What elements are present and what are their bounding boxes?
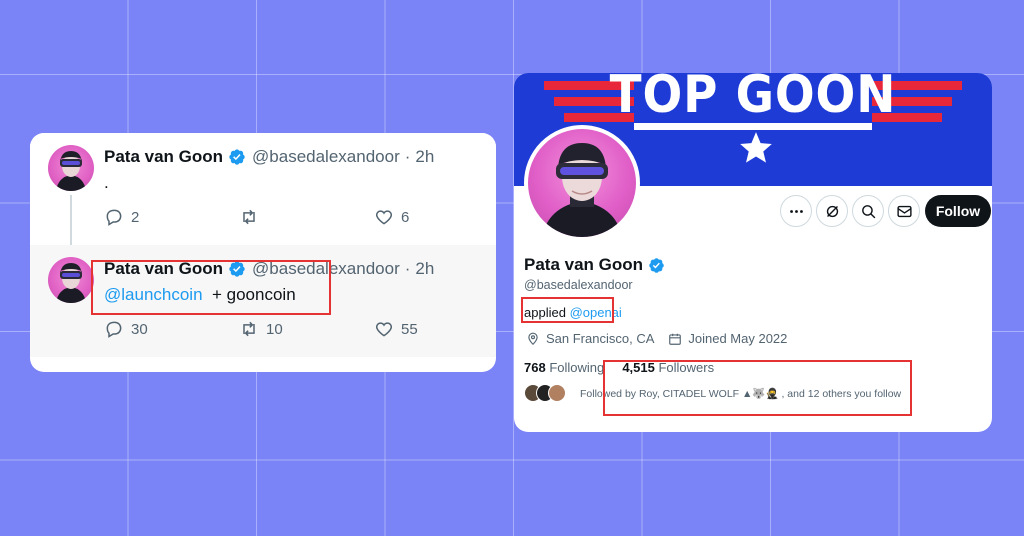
- profile-meta: San Francisco, CA Joined May 2022: [526, 331, 787, 346]
- heart-icon: [375, 210, 393, 225]
- retweet-icon: [243, 321, 255, 337]
- retweet-button[interactable]: [239, 207, 266, 227]
- separator: ·: [404, 259, 411, 278]
- avatar[interactable]: [48, 145, 94, 191]
- timestamp[interactable]: 2h: [415, 147, 434, 167]
- like-button[interactable]: 55: [374, 319, 418, 339]
- notification-icon: [826, 205, 838, 217]
- message-button[interactable]: [888, 195, 920, 227]
- profile-name: Pata van Goon: [524, 255, 644, 274]
- reply-count: 2: [131, 208, 140, 226]
- follow-button[interactable]: Follow: [925, 195, 991, 227]
- star-icon: [740, 132, 772, 163]
- separator: ·: [404, 147, 411, 166]
- author-name[interactable]: Pata van Goon: [104, 147, 223, 167]
- heart-icon: [375, 322, 393, 337]
- location-icon: [528, 332, 538, 345]
- more-button[interactable]: [780, 195, 812, 227]
- tweets-card: Pata van Goon @basedalexandoor · 2h . 2 …: [30, 133, 496, 372]
- search-button[interactable]: [852, 195, 884, 227]
- notification-button[interactable]: [816, 195, 848, 227]
- verified-badge-icon: [649, 257, 664, 273]
- reply-icon: [106, 209, 122, 226]
- reply-count: 30: [131, 320, 148, 338]
- reply-button[interactable]: 2: [104, 207, 139, 227]
- profile-name-row: Pata van Goon: [524, 255, 671, 275]
- highlight-box: [603, 360, 912, 416]
- mail-icon: [896, 205, 912, 217]
- highlight-box: [521, 297, 614, 323]
- joined-text: Joined May 2022: [688, 331, 788, 346]
- calendar-icon: [669, 333, 682, 345]
- profile-avatar[interactable]: [524, 125, 640, 241]
- following-link[interactable]: 768 Following: [524, 360, 604, 375]
- author-handle[interactable]: @basedalexandoor: [252, 147, 400, 167]
- tweet-actions: 30 10 55: [104, 319, 434, 343]
- banner-title: TOP GOON: [609, 73, 897, 125]
- avatar[interactable]: [48, 257, 94, 303]
- profile-handle: @basedalexandoor: [524, 278, 633, 292]
- like-count: 55: [401, 320, 418, 338]
- location-text: San Francisco, CA: [546, 331, 655, 346]
- highlight-box: [91, 260, 331, 315]
- like-button[interactable]: 6: [374, 207, 409, 227]
- profile-card: TOP GOON Follow Pata van Goon @basedalex…: [514, 73, 992, 432]
- search-icon: [861, 204, 875, 218]
- timestamp[interactable]: 2h: [415, 259, 434, 279]
- tweet-1[interactable]: Pata van Goon @basedalexandoor · 2h . 2 …: [30, 133, 496, 253]
- verified-badge-icon: [229, 149, 245, 165]
- like-count: 6: [401, 208, 410, 226]
- following-count: 768: [524, 360, 546, 375]
- retweet-count: 10: [266, 320, 283, 338]
- tweet-text: .: [104, 173, 109, 192]
- tweet-header: Pata van Goon @basedalexandoor · 2h: [104, 147, 434, 167]
- more-icon: [789, 209, 803, 213]
- tweet-actions: 2 6: [104, 207, 434, 231]
- follower-avatar: [548, 384, 566, 402]
- following-label: Following: [549, 360, 605, 375]
- retweet-icon: [243, 209, 255, 225]
- reply-button[interactable]: 30: [104, 319, 148, 339]
- reply-icon: [106, 321, 122, 338]
- retweet-button[interactable]: 10: [239, 319, 283, 339]
